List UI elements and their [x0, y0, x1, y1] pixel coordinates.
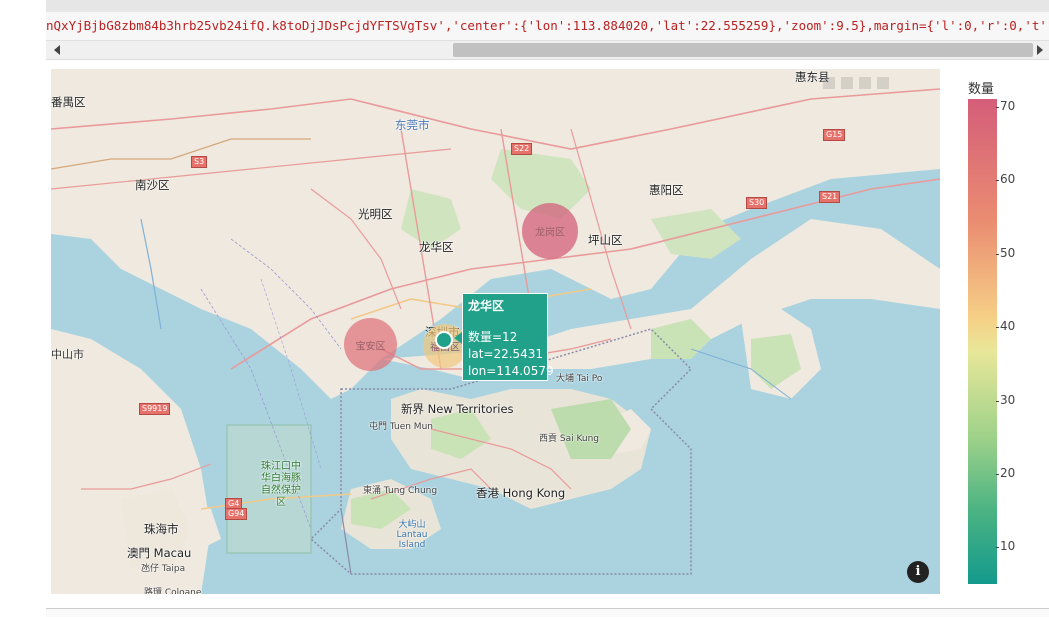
map-info-icon[interactable]: i	[907, 561, 929, 583]
tooltip-lon: lon=114.0579	[468, 364, 554, 378]
place-panyu: 番禺区	[51, 95, 86, 109]
colorbar-title: 数量	[968, 82, 995, 97]
colorbar-tick: 70	[995, 99, 1016, 113]
place-guangming: 光明区	[358, 207, 393, 221]
colorbar-tick: 30	[995, 393, 1016, 407]
place-tungchung: 東涌 Tung Chung	[363, 486, 438, 496]
road-shield-s21: S21	[819, 191, 841, 203]
place-dongguan: 东莞市	[395, 118, 430, 132]
road-shield-s22: S22	[511, 143, 533, 155]
colorbar-tick: 50	[995, 246, 1016, 260]
place-coloane: 路環 Coloane	[144, 588, 202, 594]
place-pingshan: 坪山区	[588, 233, 623, 247]
bubble-longgang[interactable]: 龙岗区	[522, 203, 578, 259]
road-shield-s3: S3	[191, 156, 208, 168]
place-macau: 澳門 Macau	[127, 546, 192, 560]
scrollbar-thumb[interactable]	[453, 43, 1033, 57]
bubble-label: 宝安区	[355, 341, 386, 352]
code-text: nQxYjBjbG8zbm84b3hrb25vb24ifQ.k8toDjJDsP…	[46, 18, 1049, 33]
bubble-label: 龙岗区	[535, 227, 565, 239]
code-cell-line[interactable]: nQxYjBjbG8zbm84b3hrb25vb24ifQ.k8toDjJDsP…	[46, 12, 1049, 41]
place-taipa: 氹仔 Taipa	[141, 564, 186, 574]
zoom-icon[interactable]	[823, 77, 835, 89]
bubble-baoan[interactable]: 宝安区	[344, 318, 397, 371]
colorbar	[968, 99, 997, 584]
place-dolphin-reserve: 珠江口中华白海豚自然保护区	[261, 461, 301, 508]
place-saikung: 西貢 Sai Kung	[539, 434, 600, 444]
place-nansha: 南沙区	[135, 178, 170, 192]
road-shield-s30: S30	[746, 197, 768, 209]
colorbar-tick: 20	[995, 466, 1016, 480]
colorbar-tick: 10	[995, 539, 1016, 553]
reset-icon[interactable]	[859, 77, 871, 89]
tooltip-lat: lat=22.5431	[468, 347, 544, 361]
place-huiyang: 惠阳区	[649, 183, 684, 197]
place-newterritories: 新界 New Territories	[401, 402, 514, 416]
colorbar-tick: 60	[995, 172, 1016, 186]
road-shield-g94: G94	[225, 508, 248, 520]
road-shield-g15: G15	[823, 129, 846, 141]
home-icon[interactable]	[877, 77, 889, 89]
plot-modebar[interactable]	[823, 74, 923, 90]
tooltip-arrow	[454, 332, 462, 344]
place-hongkong: 香港 Hong Kong	[476, 486, 566, 500]
tooltip-title: 龙华区	[468, 299, 505, 313]
scroll-left-arrow-icon[interactable]	[54, 45, 60, 55]
notebook-top-bar	[46, 0, 1049, 12]
pan-icon[interactable]	[841, 77, 853, 89]
place-zhongshan: 中山市	[51, 348, 84, 361]
place-taipo: 大埔 Tai Po	[556, 374, 603, 384]
bubble-longhua[interactable]	[435, 331, 453, 349]
tooltip-count: 数量=12	[468, 330, 518, 344]
road-shield-s9919: S9919	[139, 403, 171, 415]
place-zhuhai: 珠海市	[144, 522, 179, 536]
place-tuenmun: 屯門 Tuen Mun	[369, 422, 433, 432]
hover-tooltip: 龙华区 数量=12 lat=22.5431 lon=114.0579	[454, 293, 554, 381]
scroll-right-arrow-icon[interactable]	[1037, 45, 1043, 55]
horizontal-scrollbar[interactable]	[46, 41, 1049, 60]
place-longhua: 龙华区	[419, 240, 454, 254]
colorbar-tick: 40	[995, 319, 1016, 333]
place-lantau: 大屿山 Lantau Island	[396, 520, 428, 550]
